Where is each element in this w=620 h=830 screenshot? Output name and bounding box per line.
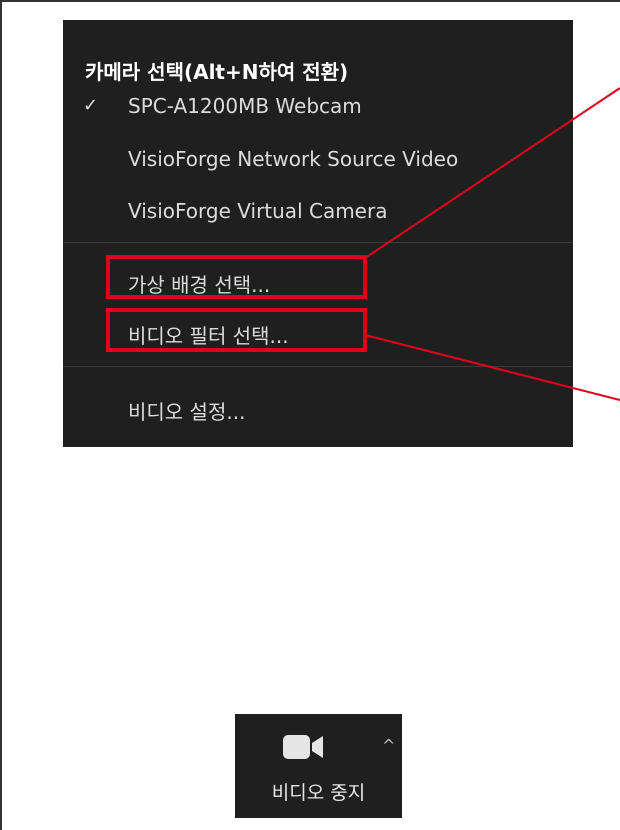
camera-dropdown-menu: 카메라 선택(Alt+N하여 전환) ✓ SPC-A1200MB Webcam … xyxy=(63,20,573,447)
chevron-up-icon[interactable]: ^ xyxy=(382,736,395,755)
video-camera-icon xyxy=(283,734,327,764)
menu-item-camera-visioforge-network[interactable]: VisioForge Network Source Video xyxy=(128,147,458,171)
stop-video-button[interactable]: ^ 비디오 중지 xyxy=(235,714,402,818)
highlight-box-video-filter xyxy=(106,308,367,352)
menu-header: 카메라 선택(Alt+N하여 전환) xyxy=(85,60,349,84)
menu-separator xyxy=(63,366,573,367)
menu-item-camera-spc[interactable]: SPC-A1200MB Webcam xyxy=(128,94,362,118)
stop-video-label: 비디오 중지 xyxy=(271,782,366,804)
checkmark-icon: ✓ xyxy=(83,95,99,116)
menu-item-camera-visioforge-virtual[interactable]: VisioForge Virtual Camera xyxy=(128,199,387,223)
highlight-box-virtual-background xyxy=(106,255,367,299)
menu-item-video-settings[interactable]: 비디오 설정... xyxy=(128,396,245,425)
menu-separator xyxy=(63,242,573,243)
